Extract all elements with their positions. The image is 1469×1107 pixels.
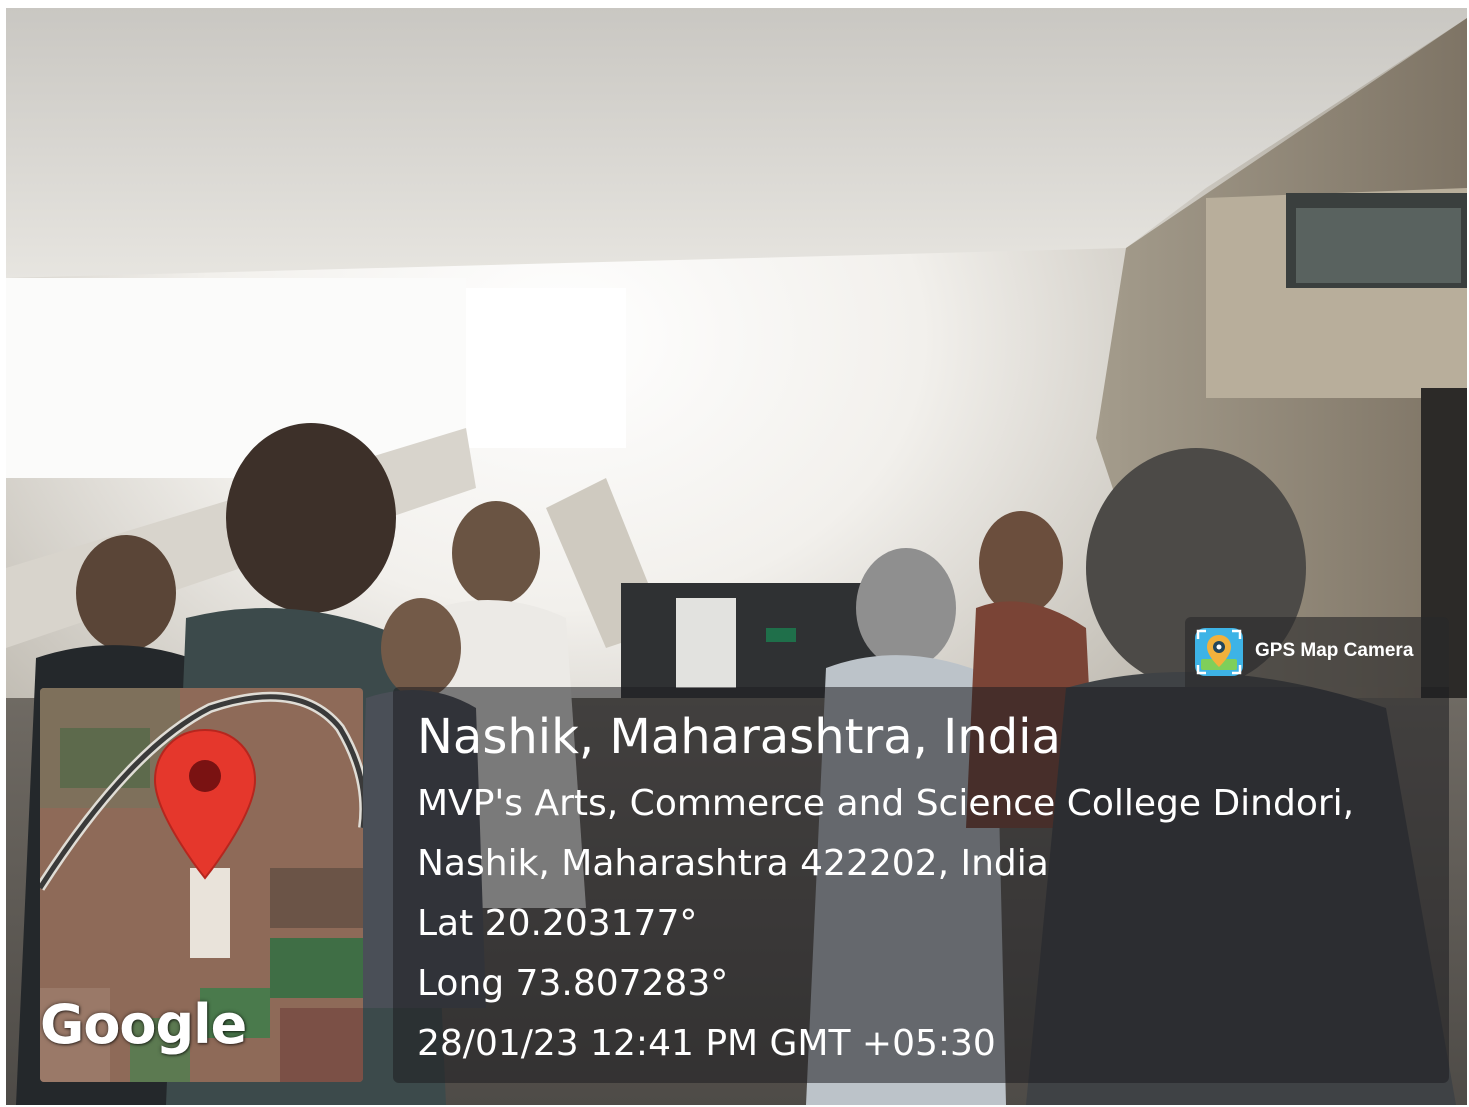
address-line-2: Nashik, Maharashtra 422202, India xyxy=(417,843,1049,884)
gps-map-camera-app-icon xyxy=(1195,628,1243,676)
location-info-panel: Nashik, Maharashtra, India MVP's Arts, C… xyxy=(393,687,1449,1083)
longitude-text: Long 73.807283° xyxy=(417,963,729,1004)
address-line-1: MVP's Arts, Commerce and Science College… xyxy=(417,783,1355,824)
app-badge-label: GPS Map Camera xyxy=(1255,640,1414,661)
app-badge: GPS Map Camera xyxy=(1185,617,1449,687)
latitude-text: Lat 20.203177° xyxy=(417,903,698,944)
location-map-thumbnail[interactable]: Google xyxy=(40,688,363,1082)
datetime-text: 28/01/23 12:41 PM GMT +05:30 xyxy=(417,1023,996,1064)
map-pin-icon xyxy=(153,728,257,880)
location-title: Nashik, Maharashtra, India xyxy=(417,709,1061,765)
google-logo: Google xyxy=(40,993,247,1056)
